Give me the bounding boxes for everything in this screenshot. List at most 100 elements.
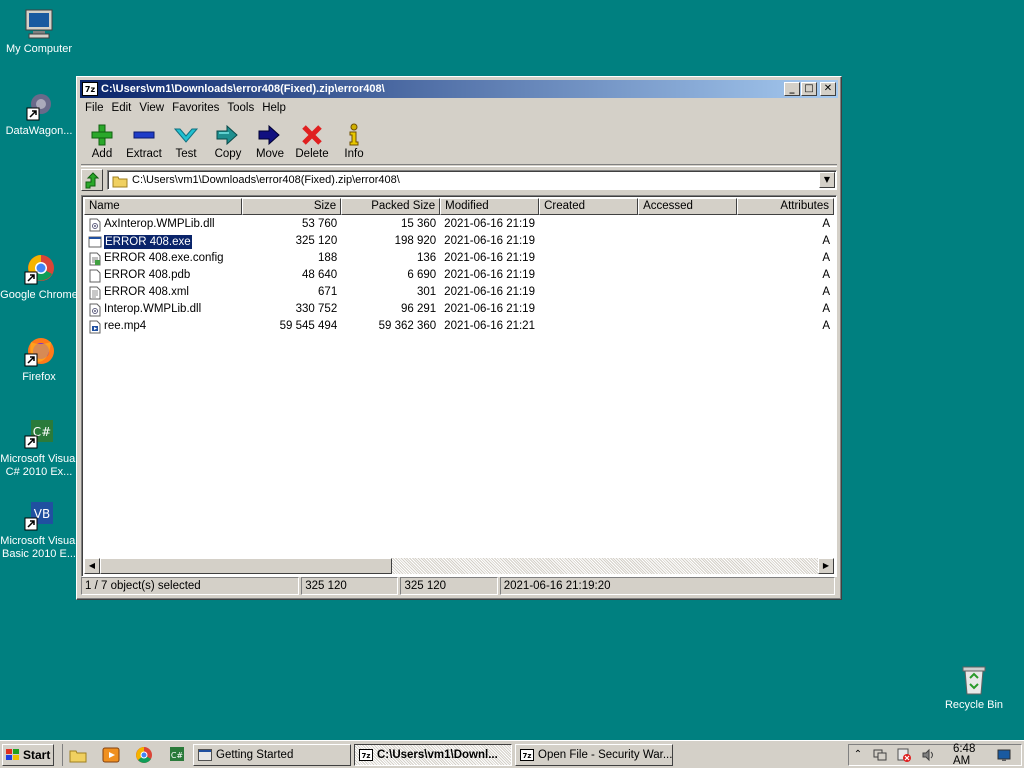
desktop-icon-label: Firefox — [22, 371, 56, 383]
taskbar-button-open-file[interactable]: 7z Open File - Security War... — [515, 743, 673, 766]
cell-packed-size: 6 690 — [407, 269, 437, 281]
quick-launch: C# — [62, 743, 201, 766]
desktop-icon-label: Google Chrome — [0, 289, 78, 301]
desktop-icon-visual-csharp[interactable]: C# Microsoft Visual C# 2010 Ex... — [0, 418, 79, 479]
cell-size: 48 640 — [302, 269, 338, 281]
add-button[interactable]: Add — [81, 119, 123, 164]
cell-size: 330 752 — [295, 303, 338, 315]
table-row[interactable]: ree.mp4 59 545 494 59 362 360 2021-06-16 21… — [84, 318, 834, 335]
extract-button[interactable]: Extract — [123, 119, 165, 164]
table-row[interactable]: ERROR 408.exe.config 188 136 2021-06-16 21:… — [84, 250, 834, 267]
cell-accessed — [638, 301, 737, 318]
menu-favorites[interactable]: Favorites — [168, 102, 223, 114]
table-row[interactable]: ERROR 408.xml 671 301 2021-06-16 21:19 A — [84, 284, 834, 301]
explorer-folder-icon[interactable] — [69, 746, 87, 764]
chevron-down-icon[interactable]: ▼ — [819, 172, 835, 188]
column-header-attributes[interactable]: Attributes — [737, 198, 834, 215]
maximize-button[interactable]: □ — [801, 82, 817, 96]
table-row[interactable]: Interop.WMPLib.dll 330 752 96 291 2021-06-1… — [84, 301, 834, 318]
cell-size: 53 760 — [302, 218, 338, 230]
column-header-packed-size[interactable]: Packed Size — [341, 198, 441, 215]
desktop-icon-visual-basic[interactable]: VB Microsoft Visual Basic 2010 E... — [0, 500, 79, 561]
scroll-right-icon[interactable]: ▶ — [818, 558, 834, 574]
column-header-name[interactable]: Name — [84, 198, 243, 215]
cell-accessed — [638, 284, 737, 301]
computer-icon — [23, 8, 55, 40]
up-folder-button[interactable] — [81, 169, 103, 191]
menu-edit[interactable]: Edit — [108, 102, 136, 114]
scroll-track[interactable] — [392, 558, 818, 574]
path-text: C:\Users\vm1\Downloads\error408(Fixed).z… — [132, 174, 400, 186]
delete-button[interactable]: Delete — [291, 119, 333, 164]
show-desktop-icon[interactable] — [997, 748, 1011, 762]
add-label: Add — [91, 148, 113, 160]
desktop-icon-label: Microsoft Visual C# 2010 Ex... — [0, 453, 78, 478]
column-header-created[interactable]: Created — [539, 198, 639, 215]
address-bar: C:\Users\vm1\Downloads\error408(Fixed).z… — [81, 169, 837, 191]
column-header-size[interactable]: Size — [242, 198, 342, 215]
desktop-icon-firefox[interactable]: Firefox — [0, 336, 79, 384]
menu-view[interactable]: View — [135, 102, 168, 114]
firefox-icon — [23, 336, 55, 368]
move-button[interactable]: Move — [249, 119, 291, 164]
dll-file-icon — [88, 218, 102, 232]
desktop-icon-datawagon[interactable]: DataWagon... — [0, 90, 79, 138]
test-button[interactable]: Test — [165, 119, 207, 164]
network-icon[interactable] — [873, 748, 887, 762]
cell-modified: 2021-06-16 21:19 — [444, 252, 535, 264]
table-row[interactable]: AxInterop.WMPLib.dll 53 760 15 360 2021-06-… — [84, 216, 834, 233]
cell-name: ERROR 408.xml — [84, 284, 242, 301]
visual-studio-icon[interactable]: C# — [168, 746, 186, 764]
cell-packed-size: 136 — [416, 252, 437, 264]
column-header-accessed[interactable]: Accessed — [638, 198, 738, 215]
path-combobox[interactable]: C:\Users\vm1\Downloads\error408(Fixed).z… — [107, 170, 837, 190]
cell-attributes: A — [822, 286, 830, 298]
folder-icon — [112, 174, 128, 188]
title-bar[interactable]: 7z C:\Users\vm1\Downloads\error408(Fixed… — [80, 80, 838, 98]
column-header-modified[interactable]: Modified — [440, 198, 540, 215]
cell-attributes: A — [822, 218, 830, 230]
file-name: ERROR 408.xml — [104, 286, 189, 298]
status-selection: 1 / 7 object(s) selected — [81, 577, 300, 595]
toolbar-separator — [81, 166, 837, 167]
cell-modified: 2021-06-16 21:19 — [444, 235, 535, 247]
svg-text:C#: C# — [171, 751, 184, 760]
copy-button[interactable]: Copy — [207, 119, 249, 164]
info-button[interactable]: Info — [333, 119, 375, 164]
start-label: Start — [23, 747, 51, 762]
table-row-selected[interactable]: ERROR 408.exe 325 120 198 920 2021-06-16 21… — [84, 233, 834, 250]
recycle-bin-icon — [958, 664, 990, 696]
cell-accessed — [638, 250, 737, 267]
media-player-icon[interactable] — [102, 746, 120, 764]
table-row[interactable]: ERROR 408.pdb 48 640 6 690 2021-06-16 21:19… — [84, 267, 834, 284]
cell-attributes: A — [822, 235, 830, 247]
desktop-icon-my-computer[interactable]: My Computer — [0, 8, 79, 56]
cell-size: 59 545 494 — [279, 320, 338, 332]
taskbar-button-7zip[interactable]: 7z C:\Users\vm1\Downl... — [354, 743, 512, 766]
horizontal-scrollbar[interactable]: ◀ ▶ — [84, 558, 834, 574]
clock[interactable]: 6:48 AM — [953, 743, 983, 767]
menu-help[interactable]: Help — [258, 102, 290, 114]
start-button[interactable]: Start — [2, 743, 54, 766]
cell-packed-size: 301 — [416, 286, 437, 298]
volume-icon[interactable] — [921, 748, 935, 762]
menu-file[interactable]: File — [81, 102, 108, 114]
security-alert-icon[interactable] — [897, 748, 911, 762]
cell-modified: 2021-06-16 21:21 — [444, 320, 535, 332]
desktop-icon-google-chrome[interactable]: Google Chrome — [0, 254, 79, 302]
minimize-button[interactable]: _ — [784, 82, 800, 96]
close-button[interactable]: ✕ — [820, 82, 836, 96]
chevron-up-icon[interactable]: ⌃ — [853, 748, 863, 762]
taskbar-button-getting-started[interactable]: Getting Started — [193, 743, 351, 766]
cell-created — [539, 216, 638, 233]
cell-accessed — [638, 318, 737, 335]
extract-label: Extract — [126, 148, 162, 160]
cell-name: Interop.WMPLib.dll — [84, 301, 242, 318]
file-rows: AxInterop.WMPLib.dll 53 760 15 360 2021-06-… — [84, 216, 834, 335]
chrome-icon[interactable] — [135, 746, 153, 764]
scroll-thumb[interactable] — [100, 558, 392, 574]
scroll-left-icon[interactable]: ◀ — [84, 558, 100, 574]
menu-tools[interactable]: Tools — [223, 102, 258, 114]
cell-size: 325 120 — [295, 235, 338, 247]
desktop-icon-recycle-bin[interactable]: Recycle Bin — [934, 664, 1014, 712]
